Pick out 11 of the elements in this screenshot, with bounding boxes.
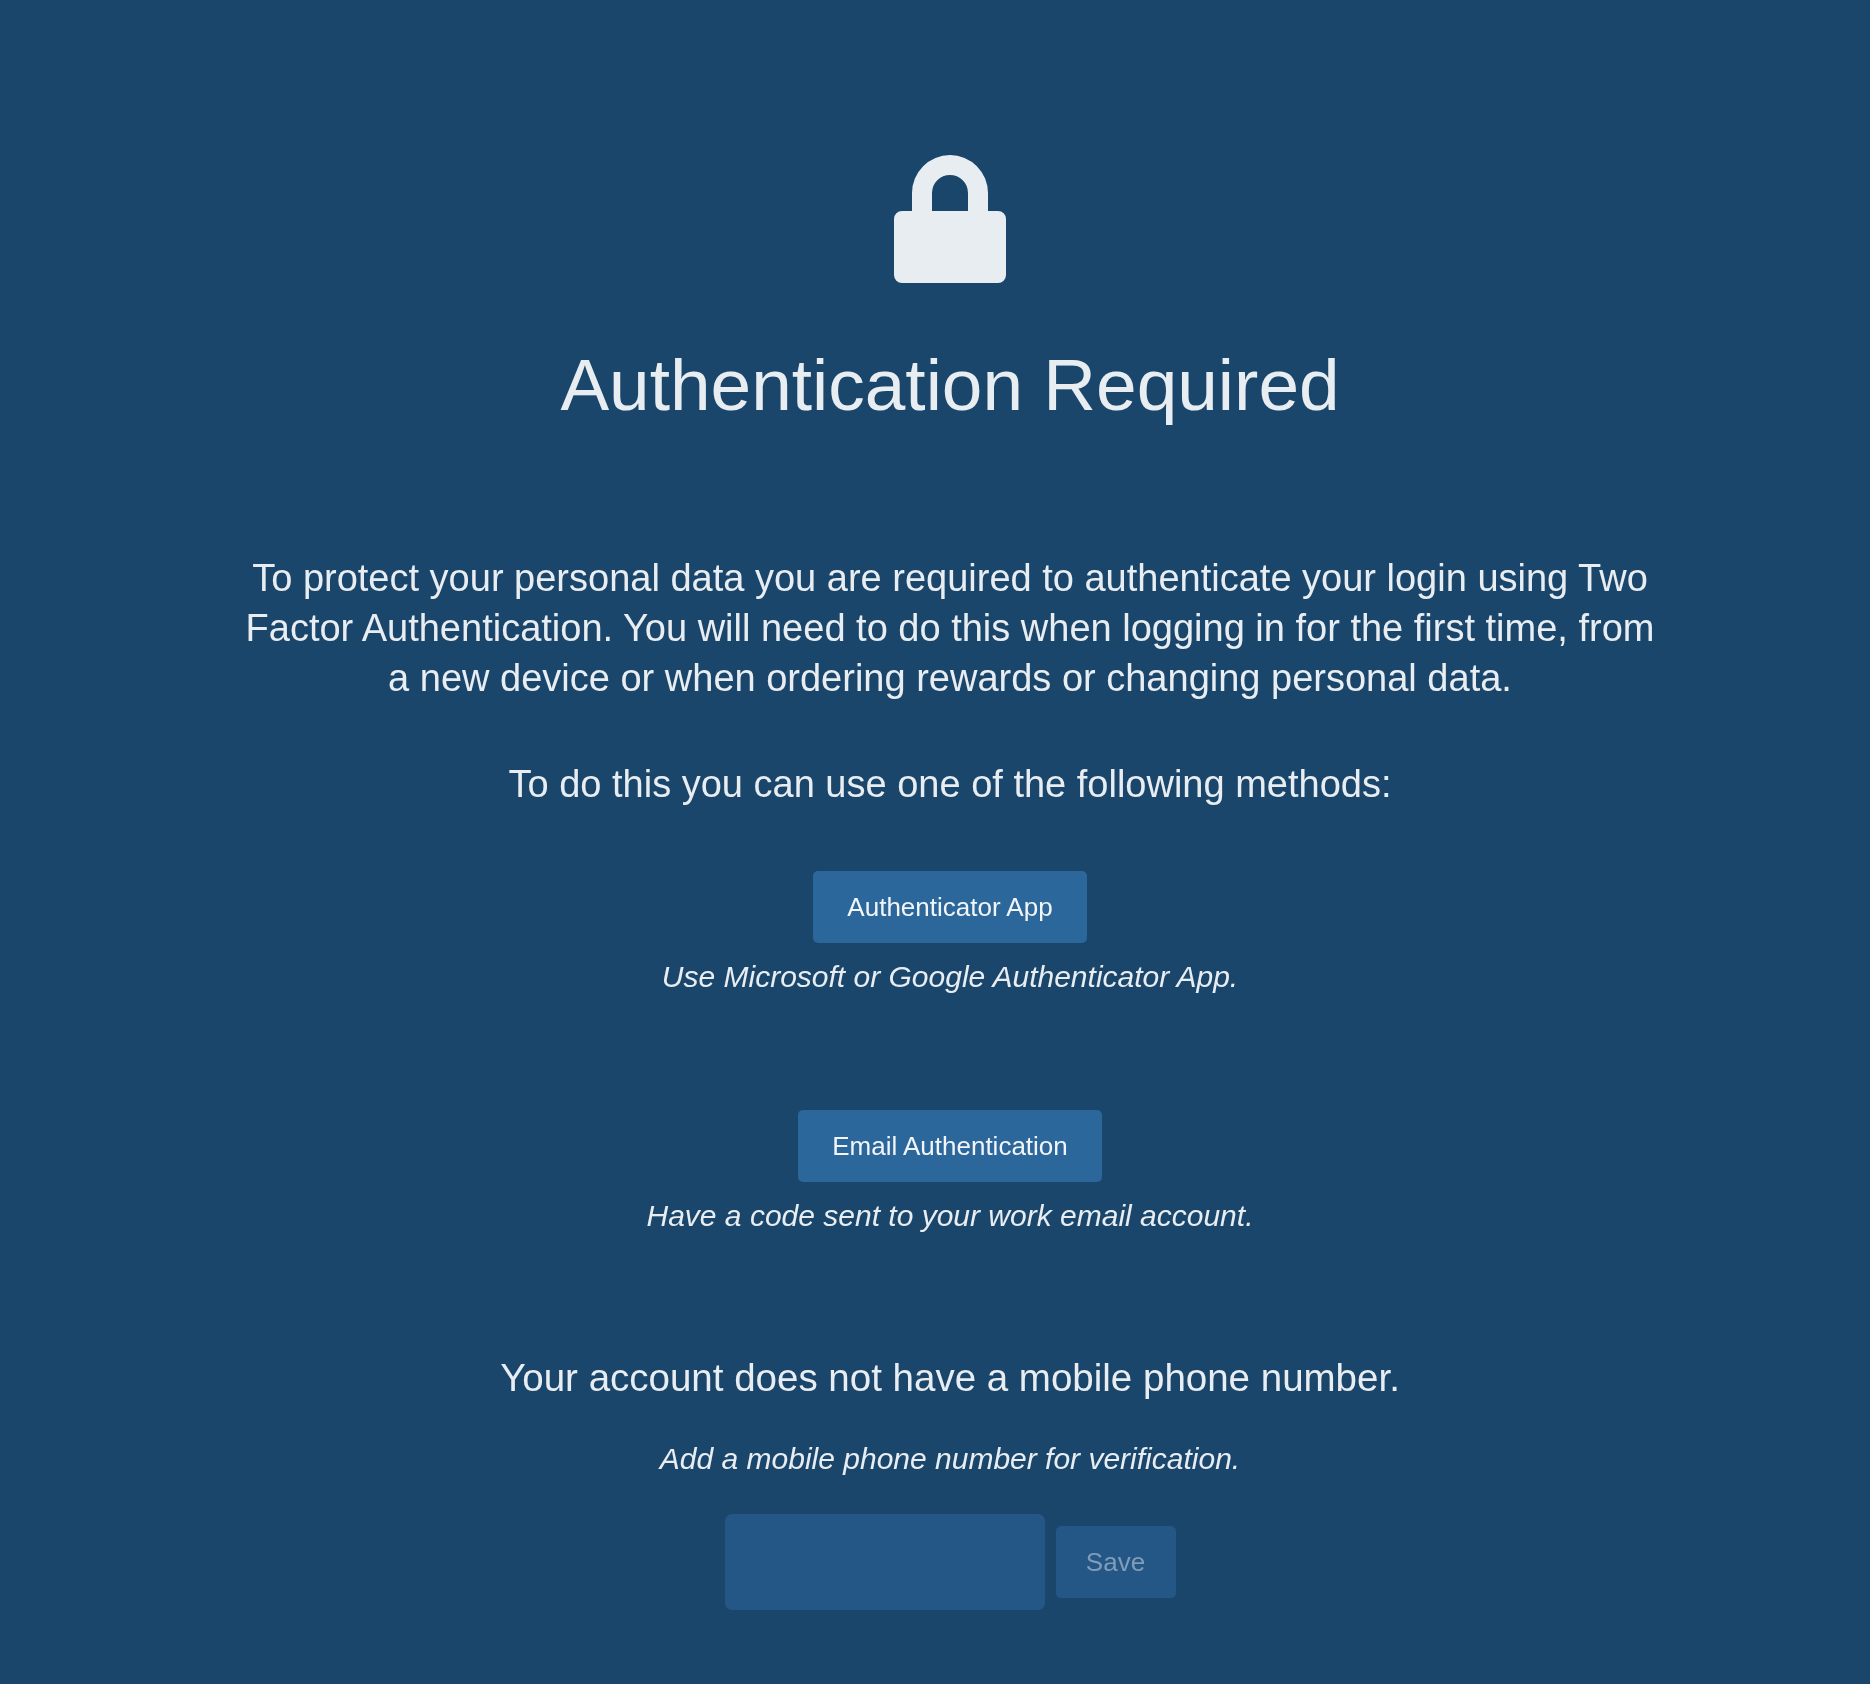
mobile-notice: Your account does not have a mobile phone number. — [500, 1355, 1400, 1401]
page-title: Authentication Required — [560, 343, 1340, 427]
mobile-hint: Add a mobile phone number for verification. — [659, 1441, 1241, 1477]
method-description: Have a code sent to your work email account. — [646, 1198, 1254, 1234]
intro-text: To protect your personal data you are required to authenticate your login using Two Factor Authentication. You will need to do this when logging in for the first time, from a new device or when ordering rewards or changing personal data. — [244, 556, 1656, 701]
lock-icon — [894, 155, 1006, 283]
method-button[interactable]: Authenticator App — [813, 871, 1087, 943]
method-button[interactable]: Email Authentication — [798, 1110, 1102, 1182]
method-description: Use Microsoft or Google Authenticator App. — [661, 959, 1239, 995]
methods-prompt: To do this you can use one of the following methods: — [508, 762, 1392, 807]
phone-number-field[interactable] — [724, 1514, 1045, 1610]
